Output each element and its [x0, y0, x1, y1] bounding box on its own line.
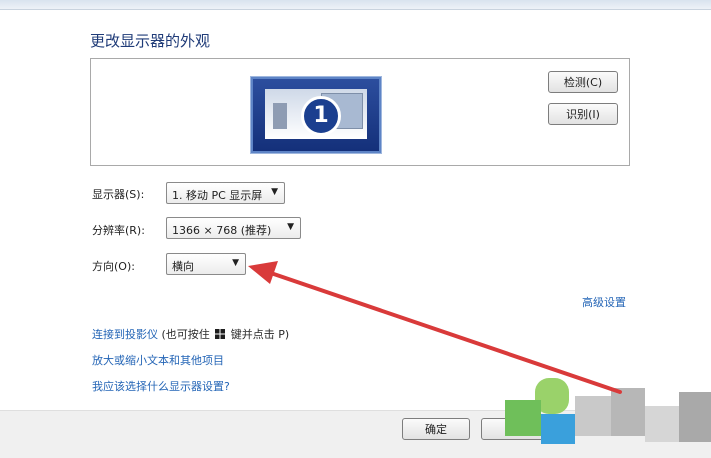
orientation-label: 方向(O):: [92, 260, 135, 273]
orientation-select[interactable]: 横向 ▼: [166, 253, 246, 275]
display-select-value: 1. 移动 PC 显示屏: [172, 189, 263, 202]
chevron-down-icon: ▼: [287, 222, 294, 232]
projector-link-row: 连接到投影仪 (也可按住 键并点击 P): [92, 326, 289, 342]
text-size-link[interactable]: 放大或缩小文本和其他项目: [92, 352, 224, 368]
projector-hint-prefix: (也可按住: [161, 328, 210, 341]
chevron-down-icon: ▼: [232, 258, 239, 268]
ok-button[interactable]: 确定: [402, 418, 470, 440]
detect-button[interactable]: 检测(C): [548, 71, 618, 93]
projector-hint-suffix: 键并点击 P): [230, 328, 290, 341]
resolution-select[interactable]: 1366 × 768 (推荐) ▼: [166, 217, 301, 239]
monitor-screen: 1: [265, 89, 367, 139]
page-title: 更改显示器的外观: [90, 32, 211, 50]
display-select[interactable]: 1. 移动 PC 显示屏 ▼: [166, 182, 285, 204]
chevron-down-icon: ▼: [271, 187, 278, 197]
orientation-select-value: 横向: [172, 260, 194, 273]
resolution-select-value: 1366 × 768 (推荐): [172, 224, 272, 237]
resolution-label: 分辨率(R):: [92, 224, 145, 237]
display-preview-panel: 1 检测(C) 识别(I): [90, 58, 630, 166]
connect-projector-link[interactable]: 连接到投影仪: [92, 328, 158, 341]
advanced-settings-link[interactable]: 高级设置: [582, 294, 626, 310]
monitor-thumbnail[interactable]: 1: [251, 77, 381, 153]
display-label: 显示器(S):: [92, 188, 145, 201]
watermark-mosaic: [505, 378, 711, 457]
windows-logo-icon: [215, 329, 226, 339]
screen-bar-shape: [273, 103, 287, 129]
which-settings-link[interactable]: 我应该选择什么显示器设置?: [92, 378, 230, 394]
window-top-strip: [0, 0, 711, 10]
identify-button[interactable]: 识别(I): [548, 103, 618, 125]
monitor-number-badge: 1: [301, 96, 341, 136]
